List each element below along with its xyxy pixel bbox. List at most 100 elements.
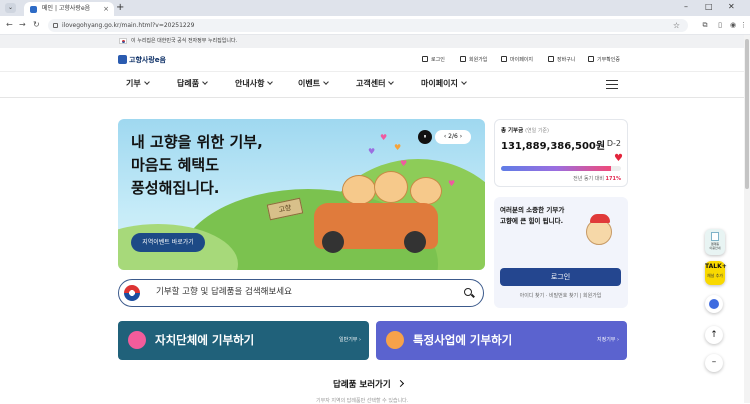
gov-notice-bar: 이 누리집은 대한민국 공식 전자정부 누리집입니다.	[0, 35, 744, 48]
view-gifts-link[interactable]: 답례품 보러가기	[333, 378, 403, 390]
login-link[interactable]: 로그인	[422, 55, 445, 65]
donation-progress-bar	[501, 166, 621, 171]
signup-link[interactable]: 회원가입	[460, 55, 487, 65]
account-links[interactable]: 아이디 찾기 · 비밀번호 찾기 | 회원가입	[500, 292, 621, 299]
close-window-icon[interactable]: ✕	[728, 2, 735, 11]
gov-notice-text: 이 누리집은 대한민국 공식 전자정부 누리집입니다.	[131, 38, 238, 44]
donation-stats-card: 총 기부금 (연일 기준) 131,889,386,500원 D-2 ♥ 전년 …	[494, 119, 628, 187]
guide-caption: 결재동 이용안내	[709, 242, 721, 250]
scrollbar-thumb[interactable]	[745, 39, 749, 189]
site-header: 고향사랑e음 로그인 회원가입 마이페이지 장바구니 기부확인증	[0, 48, 744, 72]
tab-title: 메인 | 고향사랑e음	[42, 5, 91, 12]
site-logo[interactable]: 고향사랑e음	[118, 54, 166, 66]
new-tab-icon[interactable]: +	[116, 2, 124, 14]
hamburger-menu-icon[interactable]	[606, 80, 618, 90]
login-label: 로그인	[431, 57, 445, 63]
cat-character-illustration	[410, 177, 442, 205]
banner-page-counter[interactable]: ‹ 2/6 ›	[435, 130, 471, 144]
pause-icon[interactable]: ⏸	[418, 130, 432, 144]
heart-icon: ♥	[448, 179, 456, 188]
donate-municipality-button[interactable]: 자치단체에 기부하기 일반기부 ›	[118, 321, 369, 360]
mypage-link[interactable]: 마이페이지	[501, 55, 533, 65]
receipt-link[interactable]: 기부확인증	[588, 55, 620, 65]
nav-guide[interactable]: 안내사항	[235, 72, 272, 96]
user-icon	[501, 56, 507, 62]
total-donation-title: 총 기부금	[501, 128, 524, 134]
page-scrollbar[interactable]	[744, 35, 750, 403]
collapse-button[interactable]: –	[705, 354, 723, 372]
reload-icon[interactable]: ↻	[33, 19, 40, 31]
scroll-top-button[interactable]: ↑	[705, 326, 723, 344]
search-input[interactable]: 기부할 고향 및 답례품을 검색해보세요	[156, 280, 292, 305]
korea-flag-icon	[119, 38, 127, 44]
minimize-icon[interactable]: –	[684, 2, 688, 11]
nav-mypage[interactable]: 마이페이지	[421, 72, 466, 96]
arrow-up-icon: ↑	[710, 330, 718, 340]
robot-icon	[709, 299, 719, 309]
total-donation-label: 총 기부금 (연일 기준)	[501, 126, 549, 134]
address-bar-row: ← → ↻ ilovegohyang.go.kr/main.html?v=202…	[0, 16, 750, 35]
search-bar[interactable]: 기부할 고향 및 답례품을 검색해보세요	[118, 279, 484, 307]
heart-icon: ♥	[394, 143, 402, 152]
car-wheel-illustration	[322, 231, 344, 253]
cart-link[interactable]: 장바구니	[548, 55, 575, 65]
heart-icon: ♥	[380, 133, 388, 142]
favicon-icon	[30, 6, 37, 13]
kakao-channel-button[interactable]: TALK+ 채널 추가	[705, 261, 727, 285]
signup-icon	[460, 56, 466, 62]
yoy-rate-value: 171%	[605, 176, 621, 182]
search-icon[interactable]	[464, 288, 472, 296]
extensions-icon[interactable]: ⧉	[700, 20, 710, 30]
address-input[interactable]: ilovegohyang.go.kr/main.html?v=20251229 …	[48, 19, 688, 32]
total-donation-amount: 131,889,386,500원	[501, 141, 606, 152]
santa-character-illustration	[586, 214, 612, 245]
cta-title: 특정사업에 기부하기	[413, 333, 513, 347]
donate-project-button[interactable]: 특정사업에 기부하기 지정기부 ›	[376, 321, 627, 360]
nav-gifts[interactable]: 답례품	[177, 72, 207, 96]
nav-events[interactable]: 이벤트	[298, 72, 328, 96]
heart-hand-icon	[128, 331, 146, 349]
receipt-label: 기부확인증	[597, 57, 621, 63]
kakao-talk-icon: TALK+	[705, 263, 727, 270]
menu-kebab-icon[interactable]: ⋮	[740, 20, 747, 30]
guide-floating-button[interactable]: 결재동 이용안내	[705, 229, 725, 255]
logo-text: 고향사랑e음	[129, 56, 166, 64]
login-button[interactable]: 로그인	[500, 268, 621, 286]
chatbot-button[interactable]	[705, 295, 723, 313]
cta-title: 자치단체에 기부하기	[155, 333, 255, 347]
main-navigation: 기부 답례품 안내사항 이벤트 고객센터 마이페이지	[0, 72, 744, 98]
cat-character-illustration	[342, 175, 376, 205]
tab-search-icon[interactable]: ⌄	[5, 3, 16, 13]
cat-character-illustration	[374, 171, 408, 203]
browser-tab-strip: ⌄ 메인 | 고향사랑e음 × + – □ ✕	[0, 0, 750, 16]
profile-icon[interactable]: ◉	[728, 20, 738, 30]
banner-pager: ⏸ ‹ 2/6 ›	[418, 130, 471, 144]
nav-donate[interactable]: 기부	[126, 72, 149, 96]
regional-events-button[interactable]: 지역이벤트 바로가기	[131, 233, 205, 252]
donation-progress-fill	[501, 166, 612, 171]
nav-support[interactable]: 고객센터	[356, 72, 393, 96]
heart-gift-icon	[386, 331, 404, 349]
cart-label: 장바구니	[557, 57, 576, 63]
cta-sub: 지정기부 ›	[597, 337, 619, 343]
site-info-icon[interactable]	[53, 23, 58, 28]
car-wheel-illustration	[404, 231, 426, 253]
cart-icon	[548, 56, 554, 62]
document-icon	[711, 232, 719, 241]
minus-icon: –	[711, 357, 717, 367]
browser-tab[interactable]: 메인 | 고향사랑e음 ×	[24, 2, 114, 16]
login-card: 여러분의 소중한 기부가 고향에 큰 힘이 됩니다. 로그인 아이디 찾기 · …	[494, 197, 628, 308]
receipt-icon	[588, 56, 594, 62]
bookmark-star-icon[interactable]: ☆	[673, 19, 680, 32]
back-icon[interactable]: ←	[6, 19, 13, 31]
close-tab-icon[interactable]: ×	[103, 2, 109, 16]
login-icon	[422, 56, 428, 62]
d-day-badge: D-2	[606, 139, 621, 148]
login-message: 여러분의 소중한 기부가 고향에 큰 힘이 됩니다.	[500, 206, 565, 225]
maximize-icon[interactable]: □	[705, 2, 713, 11]
yoy-rate: 전년 동기 대비 171%	[573, 175, 621, 182]
taegeuk-emblem-icon	[124, 285, 140, 301]
forward-icon[interactable]: →	[19, 19, 26, 31]
sidepanel-icon[interactable]: ▯	[715, 20, 725, 30]
mypage-label: 마이페이지	[510, 57, 534, 63]
